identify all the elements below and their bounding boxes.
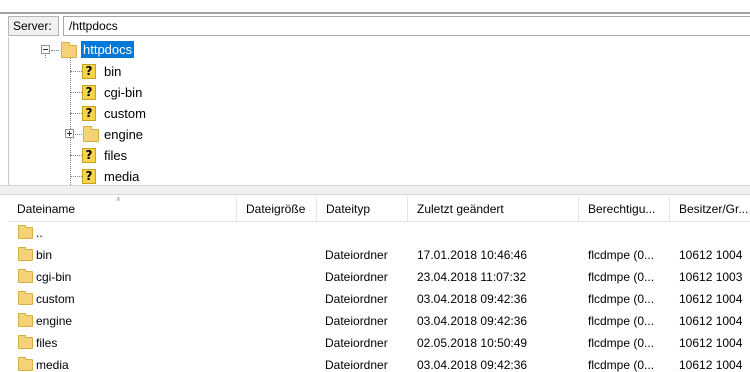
file-row[interactable]: cgi-bin Dateiordner 23.04.2018 11:07:32 … — [8, 266, 750, 288]
cell-filename: engine — [36, 314, 73, 328]
tree-guide-line — [75, 134, 82, 135]
cell-modified: 17.01.2018 10:46:46 — [417, 248, 528, 262]
server-label: Server: — [8, 16, 59, 36]
tree-item-engine[interactable]: engine — [9, 124, 749, 145]
tree-item-label[interactable]: media — [104, 168, 139, 185]
cell-filetype: Dateiordner — [325, 358, 388, 372]
column-header-permissions[interactable]: Berechtigu... — [579, 196, 670, 222]
remote-directory-tree: httpdocs ? bin ? cgi-bin ? custom engine… — [8, 37, 750, 185]
cell-filetype: Dateiordner — [325, 292, 388, 306]
file-row[interactable]: engine Dateiordner 03.04.2018 09:42:36 f… — [8, 310, 750, 332]
tree-item-cgi-bin[interactable]: ? cgi-bin — [9, 82, 749, 103]
sort-ascending-icon: ˄ — [116, 196, 121, 204]
cell-filename: .. — [36, 226, 43, 240]
column-header-filetype[interactable]: Dateityp — [317, 196, 408, 222]
unknown-folder-icon: ? — [82, 106, 96, 121]
unknown-folder-icon: ? — [82, 148, 96, 163]
cell-permissions: flcdmpe (0... — [588, 314, 655, 328]
cell-modified: 03.04.2018 09:42:36 — [417, 358, 528, 372]
cell-owner: 10612 1004 — [679, 314, 743, 328]
folder-icon — [18, 313, 33, 327]
folder-icon — [18, 225, 33, 239]
cell-permissions: flcdmpe (0... — [588, 358, 655, 372]
tree-guide-line — [70, 113, 82, 114]
cell-filename: bin — [36, 248, 53, 262]
cell-filetype: Dateiordner — [325, 248, 388, 262]
tree-item-label[interactable]: engine — [104, 126, 143, 143]
folder-icon — [18, 269, 33, 283]
cell-owner: 10612 1003 — [679, 270, 743, 284]
cell-modified: 02.05.2018 10:50:49 — [417, 336, 528, 350]
cell-permissions: flcdmpe (0... — [588, 336, 655, 350]
cell-permissions: flcdmpe (0... — [588, 292, 655, 306]
expand-toggle[interactable] — [65, 129, 74, 138]
tree-item-label[interactable]: cgi-bin — [104, 84, 142, 101]
unknown-folder-icon: ? — [82, 85, 96, 100]
file-list: .. bin Dateiordner 17.01.2018 10:46:46 f… — [8, 222, 750, 372]
column-header-owner[interactable]: Besitzer/Gr... — [670, 196, 750, 222]
column-header-modified[interactable]: Zuletzt geändert — [408, 196, 579, 222]
cell-filename: media — [36, 358, 69, 372]
cell-filename: cgi-bin — [36, 270, 72, 284]
tree-item-label[interactable]: httpdocs — [79, 40, 136, 59]
tree-item-custom[interactable]: ? custom — [9, 103, 749, 124]
cell-filetype: Dateiordner — [325, 314, 388, 328]
cell-modified: 03.04.2018 09:42:36 — [417, 292, 528, 306]
tree-item-media[interactable]: ? media — [9, 166, 749, 185]
tree-item-httpdocs[interactable]: httpdocs — [9, 40, 749, 61]
folder-icon — [83, 126, 99, 142]
cell-filename: custom — [36, 292, 75, 306]
cell-permissions: flcdmpe (0... — [588, 270, 655, 284]
file-list-header: Dateiname ˄ Dateigröße Dateityp Zuletzt … — [8, 196, 750, 222]
window-top-border — [0, 12, 750, 14]
panel-splitter[interactable] — [0, 185, 750, 195]
tree-guide-line — [70, 71, 82, 72]
column-header-filename[interactable]: Dateiname ˄ — [8, 196, 237, 222]
file-row[interactable]: custom Dateiordner 03.04.2018 09:42:36 f… — [8, 288, 750, 310]
tree-guide-line — [70, 92, 82, 93]
cell-permissions: flcdmpe (0... — [588, 248, 655, 262]
folder-icon — [18, 357, 33, 371]
unknown-folder-icon: ? — [82, 64, 96, 79]
tree-item-files[interactable]: ? files — [9, 145, 749, 166]
tree-guide-line — [70, 155, 82, 156]
column-header-filesize[interactable]: Dateigröße — [237, 196, 317, 222]
cell-owner: 10612 1004 — [679, 292, 743, 306]
cell-owner: 10612 1004 — [679, 248, 743, 262]
unknown-folder-icon: ? — [82, 169, 96, 184]
file-row[interactable]: bin Dateiordner 17.01.2018 10:46:46 flcd… — [8, 244, 750, 266]
file-row[interactable]: files Dateiordner 02.05.2018 10:50:49 fl… — [8, 332, 750, 354]
folder-icon — [18, 291, 33, 305]
file-row-parent[interactable]: .. — [8, 222, 750, 244]
server-path-bar: Server: /httpdocs — [8, 15, 750, 37]
tree-item-bin[interactable]: ? bin — [9, 61, 749, 82]
cell-filename: files — [36, 336, 58, 350]
file-row[interactable]: media Dateiordner 03.04.2018 09:42:36 fl… — [8, 354, 750, 372]
cell-filetype: Dateiordner — [325, 336, 388, 350]
cell-modified: 03.04.2018 09:42:36 — [417, 314, 528, 328]
folder-icon — [18, 335, 33, 349]
column-header-label: Dateiname — [17, 202, 76, 216]
tree-item-label[interactable]: bin — [104, 63, 121, 80]
collapse-toggle[interactable] — [41, 45, 50, 54]
cell-filetype: Dateiordner — [325, 270, 388, 284]
tree-guide-line — [70, 176, 82, 177]
tree-guide-line — [51, 50, 59, 51]
folder-open-icon — [61, 42, 77, 58]
server-path-input[interactable]: /httpdocs — [63, 16, 750, 36]
folder-icon — [18, 247, 33, 261]
cell-owner: 10612 1004 — [679, 358, 743, 372]
tree-item-label[interactable]: files — [104, 147, 127, 164]
cell-modified: 23.04.2018 11:07:32 — [417, 270, 527, 284]
cell-owner: 10612 1004 — [679, 336, 743, 350]
tree-item-label[interactable]: custom — [104, 105, 146, 122]
